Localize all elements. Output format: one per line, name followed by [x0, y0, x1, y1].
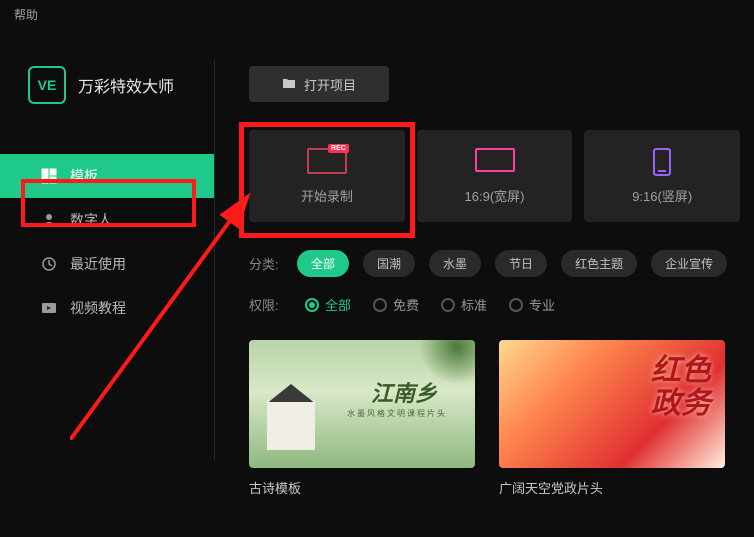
permission-radio-all[interactable]: 全部 — [305, 295, 351, 314]
widescreen-icon — [475, 148, 515, 174]
person-icon — [40, 211, 58, 229]
permission-radio-standard[interactable]: 标准 — [441, 295, 487, 314]
radio-icon — [305, 298, 319, 312]
video-icon — [40, 299, 58, 317]
start-record-card[interactable]: REC 开始录制 — [249, 130, 405, 222]
radio-icon — [509, 298, 523, 312]
menu-help[interactable]: 帮助 — [14, 8, 38, 22]
app-title: 万彩特效大师 — [78, 73, 174, 97]
permission-filter-row: 权限: 全部 免费 标准 专业 — [249, 295, 740, 314]
radio-label: 标准 — [461, 295, 487, 314]
category-filter-row: 分类: 全部 国潮 水墨 节日 红色主题 企业宣传 — [249, 250, 740, 277]
sidebar-item-templates[interactable]: 模板 — [0, 154, 215, 198]
main-content: 打开项目 REC 开始录制 16:9(宽屏) 9:16(竖屏) — [215, 30, 754, 537]
radio-label: 免费 — [393, 295, 419, 314]
category-label: 分类: — [249, 254, 283, 273]
template-thumbnail: 江南乡 水墨风格文明课程片头 — [249, 340, 475, 468]
permission-label: 权限: — [249, 295, 283, 314]
thumb-title: 江南乡 — [371, 376, 437, 408]
action-cards-row: REC 开始录制 16:9(宽屏) 9:16(竖屏) — [249, 130, 740, 222]
sidebar-item-recent[interactable]: 最近使用 — [0, 242, 215, 286]
record-screen-icon: REC — [307, 148, 347, 174]
radio-icon — [373, 298, 387, 312]
sidebar-item-label: 数字人 — [70, 210, 112, 230]
permission-radio-free[interactable]: 免费 — [373, 295, 419, 314]
sidebar-item-label: 最近使用 — [70, 254, 126, 274]
folder-icon — [282, 77, 296, 92]
template-title: 古诗模板 — [249, 478, 475, 497]
logo-badge: VE — [28, 66, 66, 104]
category-chip[interactable]: 水墨 — [429, 250, 481, 277]
card-label: 9:16(竖屏) — [632, 186, 692, 205]
portrait-icon — [642, 148, 682, 174]
template-title: 广阔天空党政片头 — [499, 478, 725, 497]
sidebar-item-tutorials[interactable]: 视频教程 — [0, 286, 215, 330]
category-chip[interactable]: 企业宣传 — [651, 250, 727, 277]
category-chip[interactable]: 红色主题 — [561, 250, 637, 277]
sidebar: VE 万彩特效大师 模板 数字人 最近使用 视频教程 — [0, 30, 215, 537]
thumb-subtitle: 水墨风格文明课程片头 — [347, 408, 447, 419]
category-chip[interactable]: 节日 — [495, 250, 547, 277]
card-label: 开始录制 — [301, 186, 353, 205]
sidebar-item-label: 模板 — [70, 166, 98, 186]
category-chip[interactable]: 国潮 — [363, 250, 415, 277]
sidebar-item-digital-human[interactable]: 数字人 — [0, 198, 215, 242]
permission-radio-pro[interactable]: 专业 — [509, 295, 555, 314]
templates-grid: 江南乡 水墨风格文明课程片头 古诗模板 红色 政务 广阔天空党政片头 — [249, 340, 740, 497]
templates-icon — [40, 167, 58, 185]
category-chip-all[interactable]: 全部 — [297, 250, 349, 277]
titlebar: 帮助 — [0, 0, 754, 30]
template-thumbnail: 红色 政务 — [499, 340, 725, 468]
thumb-calligraphy: 红色 政务 — [651, 354, 711, 420]
radio-label: 全部 — [325, 295, 351, 314]
radio-icon — [441, 298, 455, 312]
template-card[interactable]: 红色 政务 广阔天空党政片头 — [499, 340, 725, 497]
open-project-button[interactable]: 打开项目 — [249, 66, 389, 102]
card-label: 16:9(宽屏) — [465, 186, 525, 205]
sidebar-item-label: 视频教程 — [70, 298, 126, 318]
radio-label: 专业 — [529, 295, 555, 314]
portrait-card[interactable]: 9:16(竖屏) — [584, 130, 740, 222]
open-project-label: 打开项目 — [304, 75, 356, 94]
template-card[interactable]: 江南乡 水墨风格文明课程片头 古诗模板 — [249, 340, 475, 497]
app-logo: VE 万彩特效大师 — [0, 66, 215, 104]
clock-icon — [40, 255, 58, 273]
widescreen-card[interactable]: 16:9(宽屏) — [417, 130, 573, 222]
